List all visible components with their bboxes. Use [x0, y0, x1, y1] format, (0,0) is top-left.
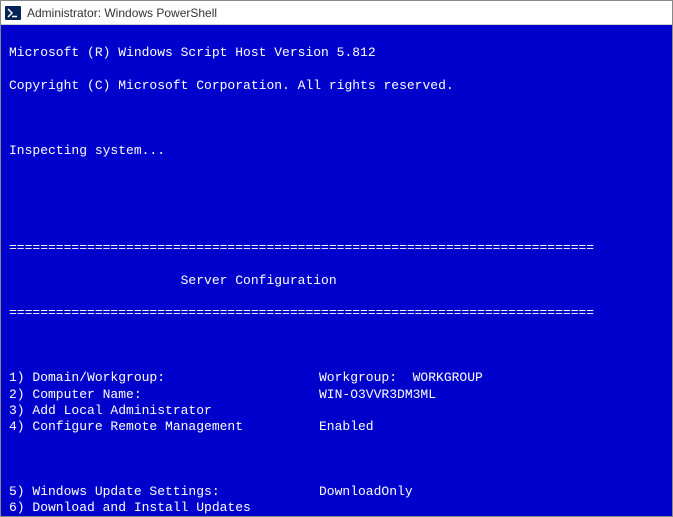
- menu-item-value: DownloadOnly: [319, 484, 664, 500]
- menu-item-value: Workgroup: WORKGROUP: [319, 370, 664, 386]
- status-line: Inspecting system...: [9, 143, 664, 159]
- menu-item: 2) Computer Name:WIN-O3VVR3DM3ML: [9, 387, 664, 403]
- menu-item-value: Enabled: [319, 419, 664, 435]
- menu-item-label: 6) Download and Install Updates: [9, 500, 319, 516]
- menu-item: 6) Download and Install Updates: [9, 500, 664, 516]
- powershell-window: Administrator: Windows PowerShell Micros…: [0, 0, 673, 517]
- menu-item: 5) Windows Update Settings:DownloadOnly: [9, 484, 664, 500]
- powershell-icon: [5, 5, 21, 21]
- menu-item-label: 4) Configure Remote Management: [9, 419, 319, 435]
- menu-item-value: WIN-O3VVR3DM3ML: [319, 387, 664, 403]
- titlebar[interactable]: Administrator: Windows PowerShell: [1, 1, 672, 25]
- console-area[interactable]: Microsoft (R) Windows Script Host Versio…: [1, 25, 672, 516]
- menu-item-label: 2) Computer Name:: [9, 387, 319, 403]
- menu-item-label: 3) Add Local Administrator: [9, 403, 319, 419]
- menu-item: 1) Domain/Workgroup:Workgroup: WORKGROUP: [9, 370, 664, 386]
- window-title: Administrator: Windows PowerShell: [27, 6, 217, 20]
- menu-item-label: 5) Windows Update Settings:: [9, 484, 319, 500]
- menu-item-value: [319, 500, 664, 516]
- separator-top: ========================================…: [9, 240, 664, 256]
- header-line-2: Copyright (C) Microsoft Corporation. All…: [9, 78, 664, 94]
- separator-bottom: ========================================…: [9, 305, 664, 321]
- section-title: Server Configuration: [9, 273, 664, 289]
- menu-item: 4) Configure Remote ManagementEnabled: [9, 419, 664, 435]
- menu-item-value: [319, 403, 664, 419]
- menu-item: 3) Add Local Administrator: [9, 403, 664, 419]
- header-line-1: Microsoft (R) Windows Script Host Versio…: [9, 45, 664, 61]
- menu-item-label: 1) Domain/Workgroup:: [9, 370, 319, 386]
